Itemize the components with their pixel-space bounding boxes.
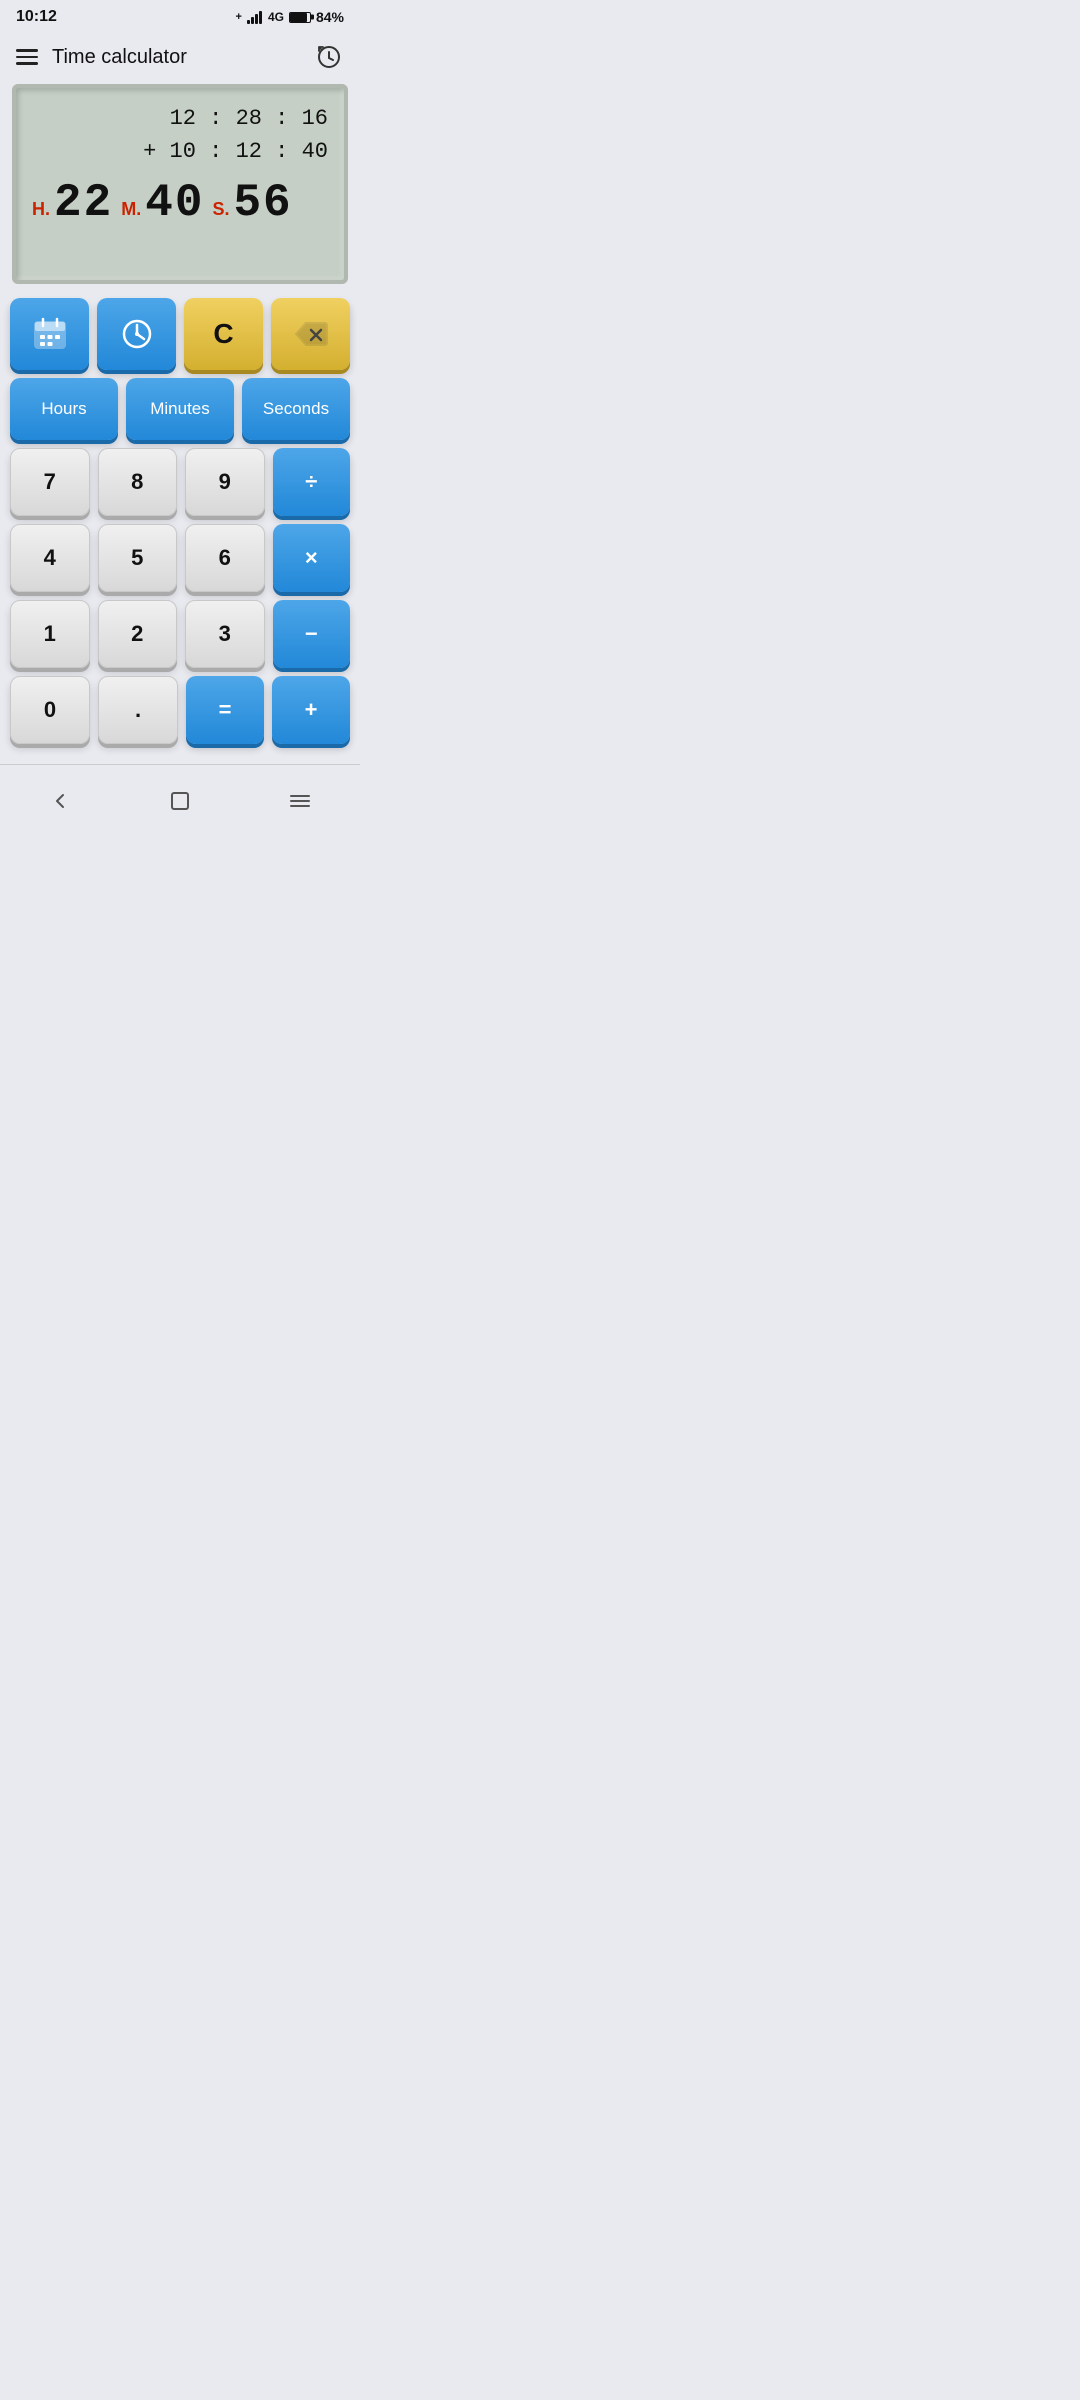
button-dot[interactable]: .: [98, 676, 178, 744]
home-icon: [168, 789, 192, 813]
signal-icon: [247, 11, 262, 24]
button-6[interactable]: 6: [185, 524, 265, 592]
result-minutes-group: M. 40: [121, 180, 204, 226]
key-row-3: 7 8 9 ÷: [10, 448, 350, 516]
label-0: 0: [44, 697, 56, 723]
key-row-2: Hours Minutes Seconds: [10, 378, 350, 440]
add-label: +: [305, 697, 318, 723]
divide-button[interactable]: ÷: [273, 448, 351, 516]
label-3: 3: [219, 621, 231, 647]
clock-icon: [119, 316, 155, 352]
add-button[interactable]: +: [272, 676, 350, 744]
multiply-button[interactable]: ×: [273, 524, 351, 592]
nav-menu-icon: [288, 789, 312, 813]
backspace-icon: [294, 321, 328, 347]
button-7[interactable]: 7: [10, 448, 90, 516]
display-line-2: + 10 : 12 : 40: [32, 135, 328, 168]
seconds-button[interactable]: Seconds: [242, 378, 350, 440]
label-6: 6: [219, 545, 231, 571]
display-screen: 12 : 28 : 16 + 10 : 12 : 40 H. 22 M. 40 …: [12, 84, 348, 284]
header-left: Time calculator: [16, 46, 187, 69]
label-2: 2: [131, 621, 143, 647]
result-seconds-group: S. 56: [212, 180, 292, 226]
equals-label: =: [219, 697, 232, 723]
label-7: 7: [44, 469, 56, 495]
button-1[interactable]: 1: [10, 600, 90, 668]
button-5[interactable]: 5: [98, 524, 178, 592]
keypad: C Hours Minutes Seconds 7 8 9: [0, 298, 360, 754]
minutes-label: M.: [121, 199, 141, 220]
key-row-5: 1 2 3 −: [10, 600, 350, 668]
hours-label: H.: [32, 199, 50, 220]
clear-label: C: [213, 318, 233, 350]
button-4[interactable]: 4: [10, 524, 90, 592]
hours-label: Hours: [41, 399, 86, 419]
divide-label: ÷: [305, 469, 317, 495]
label-9: 9: [219, 469, 231, 495]
button-2[interactable]: 2: [98, 600, 178, 668]
button-8[interactable]: 8: [98, 448, 178, 516]
battery-icon: [289, 12, 311, 23]
nav-menu-button[interactable]: [280, 781, 320, 821]
battery-pct: 84%: [316, 9, 344, 25]
label-dot: .: [135, 697, 141, 723]
display-result: H. 22 M. 40 S. 56: [32, 180, 328, 226]
seconds-label: Seconds: [263, 399, 329, 419]
label-8: 8: [131, 469, 143, 495]
status-icons: + 4G 84%: [236, 9, 344, 25]
header: Time calculator: [0, 32, 360, 84]
label-1: 1: [44, 621, 56, 647]
signal-label: +: [236, 11, 242, 23]
key-row-6: 0 . = +: [10, 676, 350, 744]
subtract-label: −: [305, 621, 318, 647]
nav-home-button[interactable]: [160, 781, 200, 821]
key-row-1: C: [10, 298, 350, 370]
page-title: Time calculator: [52, 46, 187, 69]
button-9[interactable]: 9: [185, 448, 265, 516]
display-line-1: 12 : 28 : 16: [32, 102, 328, 135]
clock-button[interactable]: [97, 298, 176, 370]
seconds-label: S.: [212, 199, 229, 220]
backspace-button[interactable]: [271, 298, 350, 370]
button-0[interactable]: 0: [10, 676, 90, 744]
minutes-label: Minutes: [150, 399, 210, 419]
calendar-button[interactable]: [10, 298, 89, 370]
key-row-4: 4 5 6 ×: [10, 524, 350, 592]
nav-back-button[interactable]: [40, 781, 80, 821]
label-4: 4: [44, 545, 56, 571]
button-3[interactable]: 3: [185, 600, 265, 668]
hamburger-menu-icon[interactable]: [16, 49, 38, 65]
multiply-label: ×: [305, 545, 318, 571]
label-5: 5: [131, 545, 143, 571]
status-time: 10:12: [16, 8, 57, 26]
minutes-button[interactable]: Minutes: [126, 378, 234, 440]
seconds-value: 56: [233, 180, 292, 226]
clear-button[interactable]: C: [184, 298, 263, 370]
subtract-button[interactable]: −: [273, 600, 351, 668]
minutes-value: 40: [145, 180, 204, 226]
hours-value: 22: [54, 180, 113, 226]
status-bar: 10:12 + 4G 84%: [0, 0, 360, 32]
back-icon: [48, 789, 72, 813]
result-hours-group: H. 22: [32, 180, 113, 226]
signal-text: 4G: [268, 10, 284, 24]
equals-button[interactable]: =: [186, 676, 264, 744]
nav-bar: [0, 764, 360, 841]
display-lines: 12 : 28 : 16 + 10 : 12 : 40: [32, 102, 328, 168]
history-icon[interactable]: [314, 42, 344, 72]
calendar-icon: [32, 316, 68, 352]
hours-button[interactable]: Hours: [10, 378, 118, 440]
